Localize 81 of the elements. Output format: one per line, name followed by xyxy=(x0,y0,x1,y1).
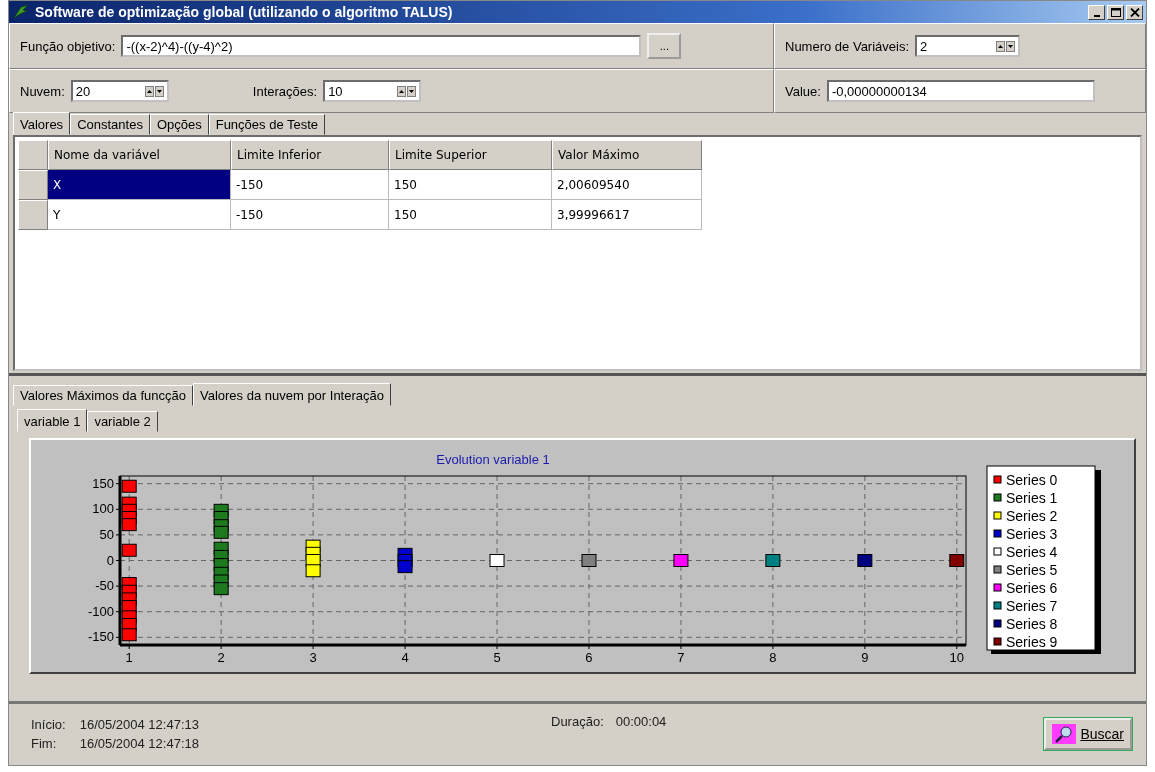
legend-label: Series 0 xyxy=(1006,472,1058,488)
tick-label: -150 xyxy=(87,629,114,645)
legend-label: Series 3 xyxy=(1006,526,1058,542)
legend-label: Series 2 xyxy=(1006,508,1058,524)
table-cell: -150 xyxy=(231,170,389,200)
field-label: Fim: xyxy=(31,735,58,751)
legend-label: Series 1 xyxy=(1006,490,1058,506)
spin-down-icon[interactable] xyxy=(154,85,164,97)
maximize-button[interactable] xyxy=(1107,4,1124,20)
minimize-button[interactable] xyxy=(1088,4,1105,20)
table-cell[interactable]: Y xyxy=(48,200,231,230)
corner-cell xyxy=(18,140,48,170)
tick-label: 9 xyxy=(861,650,869,665)
tick-label: 3 xyxy=(309,650,317,665)
tick-label: 4 xyxy=(401,650,409,665)
field-label: Numero de Variáveis: xyxy=(785,38,910,54)
search-button[interactable]: Buscar xyxy=(1044,717,1132,750)
close-icon xyxy=(1129,7,1140,17)
column-header: Nome da variável xyxy=(48,140,231,170)
column-header: Limite Inferior xyxy=(231,140,389,170)
field-label: Nuvem: xyxy=(20,83,65,99)
tick-label: 10 xyxy=(949,650,965,665)
tick-label: -100 xyxy=(87,603,114,619)
minimize-icon xyxy=(1093,14,1100,17)
tick-label: -50 xyxy=(95,578,114,594)
variables-spinner[interactable]: 2 xyxy=(915,35,1021,57)
tick-label: 1 xyxy=(125,650,133,665)
cloud-spinner[interactable]: 20 xyxy=(70,80,169,102)
tick-label: 50 xyxy=(99,526,114,542)
table-cell[interactable]: X xyxy=(48,170,231,200)
spin-up-icon[interactable] xyxy=(996,40,1006,52)
row-header[interactable] xyxy=(18,200,48,230)
spin-down-icon[interactable] xyxy=(407,85,417,97)
field-label: Início: xyxy=(31,716,66,732)
row-header[interactable] xyxy=(18,170,48,200)
legend-label: Series 9 xyxy=(1006,634,1058,650)
tick-label: 0 xyxy=(106,552,114,568)
browse-button[interactable]: ... xyxy=(647,33,682,59)
table-cell: -150 xyxy=(231,200,389,230)
legend-label: Series 4 xyxy=(1006,544,1058,560)
spin-up-icon[interactable] xyxy=(144,85,154,97)
field-label: Duração: xyxy=(551,714,604,729)
legend-label: Series 8 xyxy=(1006,616,1058,632)
value-field[interactable]: -0,00000000134 xyxy=(826,80,1095,102)
field-label: Value: xyxy=(785,83,821,99)
legend-label: Series 5 xyxy=(1006,562,1058,578)
function-field[interactable]: -((x-2)^4)-((y-4)^2) xyxy=(121,35,642,57)
window-title: Software de optimização global (utilizando o algoritmo TALUS) xyxy=(35,4,454,20)
field-label: Interações: xyxy=(252,83,318,99)
field-label: Função objetivo: xyxy=(20,38,116,54)
tick-label: 7 xyxy=(677,650,685,665)
tab[interactable]: variable 2 xyxy=(87,411,158,432)
maximize-icon xyxy=(1110,7,1121,17)
start-time: 16/05/2004 12:47:13 xyxy=(79,716,199,732)
tick-label: 5 xyxy=(493,650,501,665)
duration-value: 00:00:04 xyxy=(615,714,667,729)
tab[interactable]: variable 1 xyxy=(17,409,88,432)
table-cell: 150 xyxy=(389,200,552,230)
tab[interactable]: Valores xyxy=(13,112,71,135)
tick-label: 8 xyxy=(769,650,777,665)
legend-label: Series 7 xyxy=(1006,598,1058,614)
close-button[interactable] xyxy=(1126,4,1143,20)
tick-label: 6 xyxy=(585,650,593,665)
magnifier-icon xyxy=(1052,723,1077,744)
iterations-spinner[interactable]: 10 xyxy=(323,80,422,102)
table-cell: 150 xyxy=(389,170,552,200)
table-cell: 2,00609540 xyxy=(552,170,702,200)
end-time: 16/05/2004 12:47:18 xyxy=(79,735,199,751)
tab[interactable]: Valores Máximos da funcção xyxy=(13,385,193,406)
table-cell: 3,99996617 xyxy=(552,200,702,230)
spin-up-icon[interactable] xyxy=(397,85,407,97)
chart-title: Evolution variable 1 xyxy=(436,452,550,467)
tick-label: 2 xyxy=(217,650,225,665)
legend-label: Series 6 xyxy=(1006,580,1058,596)
column-header: Valor Máximo xyxy=(552,140,702,170)
column-header: Limite Superior xyxy=(389,140,552,170)
tab[interactable]: Valores da nuvem por Interação xyxy=(192,383,391,406)
tick-label: 100 xyxy=(92,501,114,517)
spin-down-icon[interactable] xyxy=(1006,40,1016,52)
app-icon xyxy=(12,4,30,20)
tick-label: 150 xyxy=(92,475,114,491)
